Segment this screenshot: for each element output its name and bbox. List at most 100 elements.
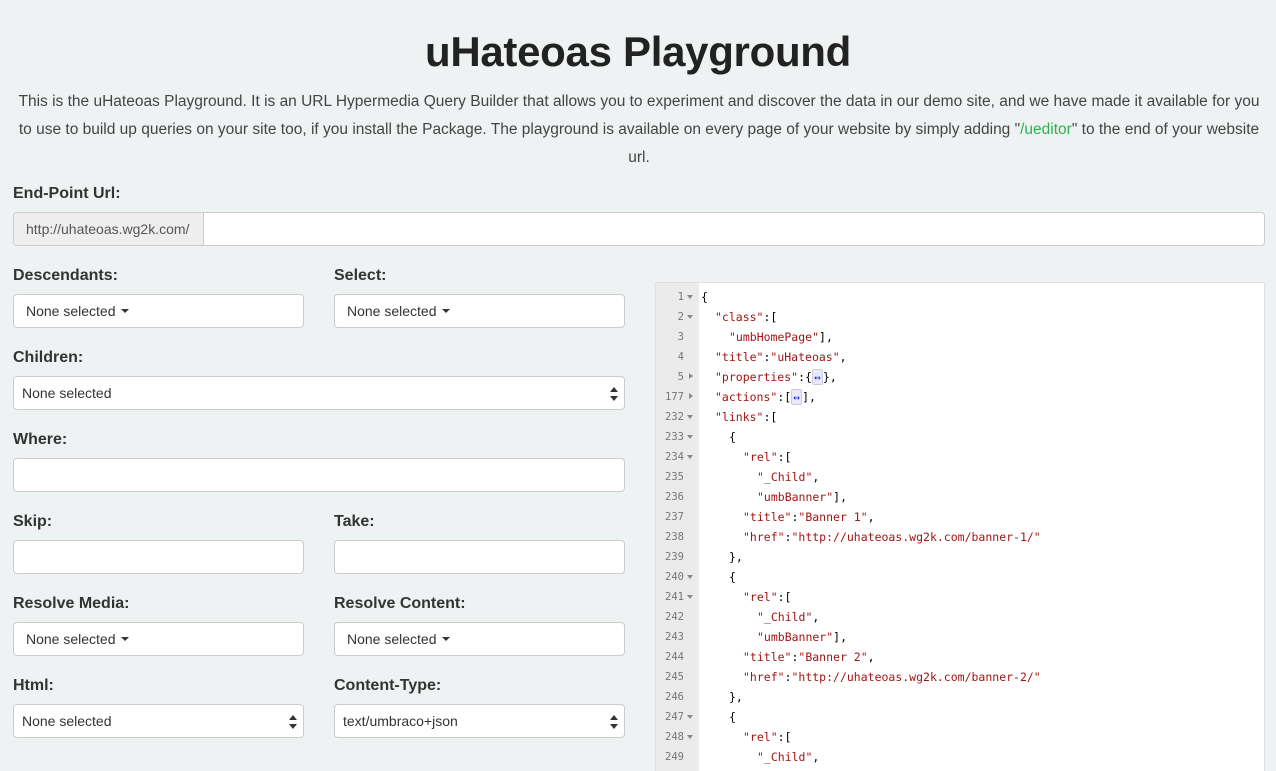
line-number: 240 bbox=[665, 571, 684, 583]
fold-open-icon[interactable] bbox=[687, 415, 693, 419]
code-line: 241 "rel":[ bbox=[656, 587, 1264, 607]
resolve-media-dropdown-value: None selected bbox=[26, 631, 116, 647]
code-token: , bbox=[867, 650, 875, 664]
code-line: 246}, bbox=[656, 687, 1264, 707]
fold-open-icon[interactable] bbox=[687, 435, 693, 439]
code-token: ], bbox=[802, 390, 816, 404]
caret-down-icon bbox=[120, 637, 129, 641]
line-number: 243 bbox=[665, 631, 684, 643]
fold-closed-icon[interactable] bbox=[689, 393, 693, 399]
select-arrows-icon bbox=[610, 387, 618, 401]
fold-placeholder-icon[interactable]: ↔ bbox=[791, 389, 803, 405]
code-token: "title" bbox=[743, 510, 792, 524]
line-number: 1 bbox=[677, 291, 684, 303]
caret-down-icon bbox=[441, 637, 450, 641]
descendants-dropdown[interactable]: None selected bbox=[13, 294, 304, 328]
endpoint-url-input[interactable] bbox=[204, 213, 1264, 245]
code-line: 242 "_Child", bbox=[656, 607, 1264, 627]
code-line: 240 { bbox=[656, 567, 1264, 587]
code-text: "href":"http://uhateoas.wg2k.com/banner-… bbox=[743, 527, 1041, 547]
code-token: :[ bbox=[777, 450, 792, 464]
descendants-label: Descendants: bbox=[13, 267, 118, 284]
code-line: 237 "title":"Banner 1", bbox=[656, 507, 1264, 527]
select-arrows-icon bbox=[289, 715, 297, 729]
fold-open-icon[interactable] bbox=[687, 315, 693, 319]
code-token: { bbox=[701, 290, 708, 304]
code-token: "rel" bbox=[743, 450, 778, 464]
code-line: 247 { bbox=[656, 707, 1264, 727]
fold-open-icon[interactable] bbox=[687, 715, 693, 719]
endpoint-prefix: http://uhateoas.wg2k.com/ bbox=[14, 213, 204, 245]
code-text: "umbBanner"], bbox=[757, 627, 847, 647]
fold-open-icon[interactable] bbox=[687, 295, 693, 299]
content-type-select[interactable]: text/umbraco+json bbox=[334, 704, 625, 738]
code-token: , bbox=[812, 470, 820, 484]
code-line: 177 "actions":[↔], bbox=[656, 387, 1264, 407]
fold-open-icon[interactable] bbox=[687, 595, 693, 599]
resolve-content-dropdown[interactable]: None selected bbox=[334, 622, 625, 656]
take-input[interactable] bbox=[334, 540, 625, 574]
fold-open-icon[interactable] bbox=[687, 735, 693, 739]
code-token: , bbox=[812, 750, 820, 764]
select-dropdown[interactable]: None selected bbox=[334, 294, 625, 328]
code-text: "properties":{↔}, bbox=[715, 367, 837, 387]
line-number: 3 bbox=[677, 331, 684, 343]
code-line: 248 "rel":[ bbox=[656, 727, 1264, 747]
code-token: "links" bbox=[715, 410, 764, 424]
select-arrows-icon bbox=[610, 715, 618, 729]
line-number: 244 bbox=[665, 651, 684, 663]
line-number: 241 bbox=[665, 591, 684, 603]
line-number: 246 bbox=[665, 691, 684, 703]
code-line: 243 "umbBanner"], bbox=[656, 627, 1264, 647]
fold-open-icon[interactable] bbox=[687, 575, 693, 579]
code-text: }, bbox=[729, 687, 743, 707]
code-token: "properties" bbox=[715, 370, 799, 384]
code-token: "umbHomePage" bbox=[729, 330, 820, 344]
code-token: "actions" bbox=[715, 390, 778, 404]
resolve-media-dropdown[interactable]: None selected bbox=[13, 622, 304, 656]
fold-open-icon[interactable] bbox=[687, 455, 693, 459]
ueditor-link[interactable]: /ueditor bbox=[1020, 121, 1072, 138]
fold-closed-icon[interactable] bbox=[689, 373, 693, 379]
code-token: "rel" bbox=[743, 590, 778, 604]
code-text: "actions":[↔], bbox=[715, 387, 816, 407]
line-number: 177 bbox=[665, 391, 684, 403]
code-token: "umbBanner" bbox=[757, 630, 834, 644]
line-number: 2 bbox=[677, 311, 684, 323]
line-number: 234 bbox=[665, 451, 684, 463]
code-token: :[ bbox=[763, 310, 778, 324]
code-text: "rel":[ bbox=[743, 587, 791, 607]
fold-placeholder-icon[interactable]: ↔ bbox=[811, 369, 823, 385]
skip-input[interactable] bbox=[13, 540, 304, 574]
children-select-value: None selected bbox=[22, 385, 112, 401]
code-token: , bbox=[839, 350, 847, 364]
code-token: "http://uhateoas.wg2k.com/banner-2/" bbox=[791, 670, 1041, 684]
json-editor[interactable]: 1{2 "class":[3 "umbHomePage"], 4 "title":"uH… bbox=[655, 282, 1265, 771]
code-token: "umbBanner" bbox=[757, 490, 834, 504]
children-select[interactable]: None selected bbox=[13, 376, 625, 410]
resolve-content-label: Resolve Content: bbox=[334, 595, 466, 612]
where-input[interactable] bbox=[13, 458, 625, 492]
line-number: 4 bbox=[677, 351, 684, 363]
code-line: 3 "umbHomePage"], bbox=[656, 327, 1264, 347]
code-line: 232 "links":[ bbox=[656, 407, 1264, 427]
code-token: "title" bbox=[715, 350, 764, 364]
page-title: uHateoas Playground bbox=[424, 28, 852, 75]
line-number: 232 bbox=[665, 411, 684, 423]
code-token: :[ bbox=[777, 590, 792, 604]
code-token: "Banner 2" bbox=[798, 650, 868, 664]
code-token: ], bbox=[819, 330, 833, 344]
code-token: "class" bbox=[715, 310, 764, 324]
html-select[interactable]: None selected bbox=[13, 704, 304, 738]
where-label: Where: bbox=[13, 431, 68, 448]
code-text: "title":"uHateoas", bbox=[715, 347, 847, 367]
code-line: 239}, bbox=[656, 547, 1264, 567]
line-number: 242 bbox=[665, 611, 684, 623]
code-token: "_Child" bbox=[757, 470, 813, 484]
select-label: Select: bbox=[334, 267, 387, 284]
code-text: { bbox=[729, 707, 736, 727]
code-text: "rel":[ bbox=[743, 447, 791, 467]
code-text: "links":[ bbox=[715, 407, 777, 427]
code-token: "http://uhateoas.wg2k.com/banner-1/" bbox=[791, 530, 1041, 544]
code-line: 238 "href":"http://uhateoas.wg2k.com/bann… bbox=[656, 527, 1264, 547]
